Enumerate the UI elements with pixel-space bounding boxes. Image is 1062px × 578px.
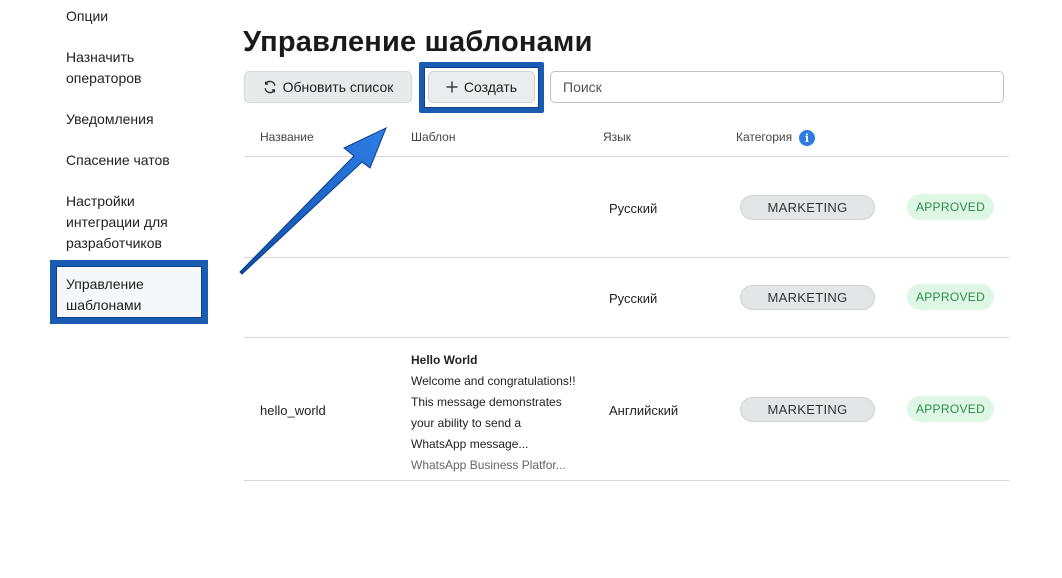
row-language: Русский [609, 201, 658, 216]
category-badge: MARKETING [740, 195, 875, 220]
template-title: Hello World [411, 353, 478, 367]
category-badge: MARKETING [740, 397, 875, 422]
annotation-arrow-icon [239, 126, 387, 275]
row-language: Русский [609, 291, 658, 306]
sidebar-item-chat-rescue[interactable]: Спасение чатов [50, 150, 186, 171]
column-header-name[interactable]: Название [260, 130, 314, 144]
column-header-template[interactable]: Шаблон [411, 130, 455, 144]
category-badge: MARKETING [740, 285, 875, 310]
template-body-line: This message demonstrates [411, 395, 562, 409]
column-header-category[interactable]: Категория [736, 130, 792, 144]
table-header-divider [244, 156, 1009, 157]
row-language: Английский [609, 403, 679, 418]
template-body-line: Welcome and congratulations!! [411, 374, 576, 388]
refresh-list-button[interactable]: Обновить список [244, 71, 412, 103]
column-header-language[interactable]: Язык [603, 130, 631, 144]
row-divider [244, 480, 1009, 481]
row-divider [244, 257, 1009, 258]
status-badge: APPROVED [907, 194, 994, 220]
create-button[interactable]: Создать [428, 71, 535, 103]
row-name: hello_world [260, 403, 326, 418]
status-badge: APPROVED [907, 284, 994, 310]
row-divider [244, 337, 1009, 338]
plus-icon [446, 81, 458, 93]
template-body-line: your ability to send a [411, 416, 522, 430]
sidebar-item-assign-operators[interactable]: Назначить операторов [50, 47, 170, 89]
template-body-line: WhatsApp message... [411, 437, 529, 451]
template-preview: Hello World Welcome and congratulations!… [411, 350, 591, 476]
create-label: Создать [463, 79, 518, 95]
template-footer: WhatsApp Business Platfor... [411, 458, 566, 472]
status-badge: APPROVED [907, 396, 994, 422]
search-input[interactable] [550, 71, 1004, 103]
sidebar-item-dev-integration[interactable]: Настройки интеграции для разработчиков [50, 191, 210, 254]
page-title: Управление шаблонами [243, 26, 593, 58]
sidebar-item-options[interactable]: Опции [50, 6, 124, 27]
info-icon[interactable]: i [799, 130, 815, 146]
sidebar-item-template-management[interactable]: Управление шаблонами [50, 260, 208, 324]
sidebar-item-notifications[interactable]: Уведомления [50, 109, 170, 130]
refresh-list-label: Обновить список [282, 79, 394, 95]
refresh-icon [263, 80, 277, 94]
